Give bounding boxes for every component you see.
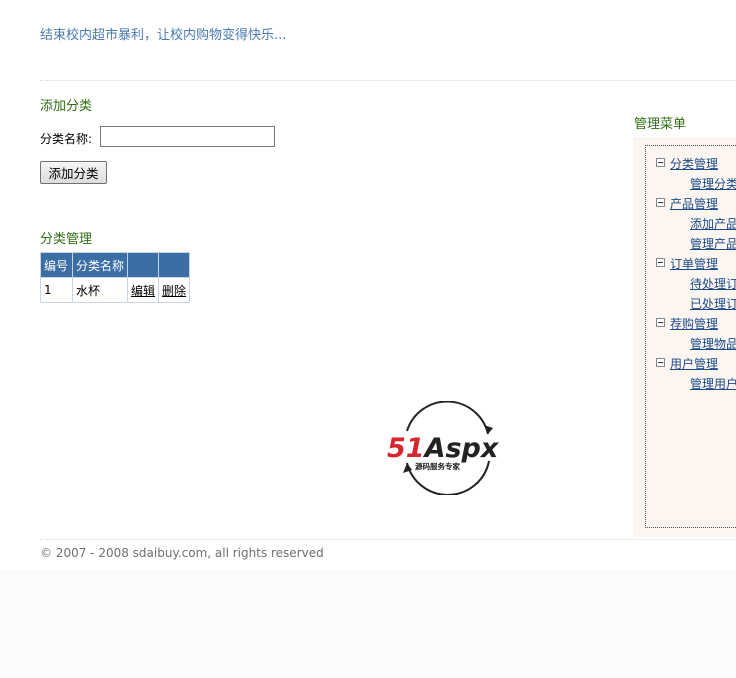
cell-edit: 编辑 — [127, 277, 160, 303]
sidebar-item-manage-user[interactable]: 管理用户 — [690, 375, 736, 392]
edit-link[interactable]: 编辑 — [131, 284, 155, 298]
manage-category-title: 分类管理 — [40, 232, 93, 247]
51aspx-logo: 51Aspx 源码服务专家 — [387, 401, 500, 495]
delete-link[interactable]: 删除 — [162, 284, 186, 298]
cell-delete: 删除 — [158, 277, 191, 303]
collapse-icon[interactable] — [656, 258, 665, 267]
logo-digits: 51 — [387, 433, 425, 464]
add-category-button[interactable]: 添加分类 — [40, 161, 107, 184]
copyright-text: © 2007 - 2008 sdaibuy.com, all rights re… — [40, 546, 324, 560]
table-row: 1 水杯 编辑 删除 — [40, 277, 191, 303]
sidebar-group-category[interactable]: 分类管理 — [670, 155, 718, 172]
cell-name: 水杯 — [71, 277, 129, 303]
collapse-icon[interactable] — [656, 358, 665, 367]
sidebar-group-order[interactable]: 订单管理 — [670, 255, 718, 272]
category-name-input[interactable] — [100, 126, 275, 147]
logo-text-sub: 源码服务专家 — [415, 461, 460, 471]
column-header-id: 编号 — [40, 252, 73, 278]
sidebar-group-user[interactable]: 用户管理 — [670, 355, 718, 372]
sidebar-item-pending-orders[interactable]: 待处理订单 — [690, 275, 736, 292]
collapse-icon[interactable] — [656, 158, 665, 167]
cell-id: 1 — [40, 277, 73, 303]
category-table: 编号 分类名称 1 水杯 编辑 删除 — [40, 252, 191, 303]
footer-divider — [40, 539, 736, 540]
site-slogan: 结束校内超市暴利，让校内购物变得快乐... — [40, 28, 287, 43]
collapse-icon[interactable] — [656, 318, 665, 327]
header-divider — [40, 80, 736, 81]
sidebar-item-manage-product[interactable]: 管理产品 — [690, 235, 736, 252]
sidebar-group-recommend[interactable]: 荐购管理 — [670, 315, 718, 332]
collapse-icon[interactable] — [656, 198, 665, 207]
sidebar-group-product[interactable]: 产品管理 — [670, 195, 718, 212]
page-bottom-background — [0, 570, 736, 678]
category-name-label: 分类名称: — [40, 132, 93, 146]
logo-text-main: 51Aspx — [387, 433, 500, 464]
column-header-name: 分类名称 — [71, 252, 129, 278]
sidebar-title: 管理菜单 — [634, 117, 687, 132]
add-category-title: 添加分类 — [40, 99, 93, 114]
table-header-row: 编号 分类名称 — [40, 252, 191, 278]
column-header-delete — [158, 252, 191, 278]
sidebar-item-manage-category[interactable]: 管理分类 — [690, 175, 736, 192]
sidebar-item-add-product[interactable]: 添加产品 — [690, 215, 736, 232]
sidebar-item-manage-goods[interactable]: 管理物品 — [690, 335, 736, 352]
sidebar-item-processed-orders[interactable]: 已处理订单 — [690, 295, 736, 312]
column-header-edit — [127, 252, 160, 278]
